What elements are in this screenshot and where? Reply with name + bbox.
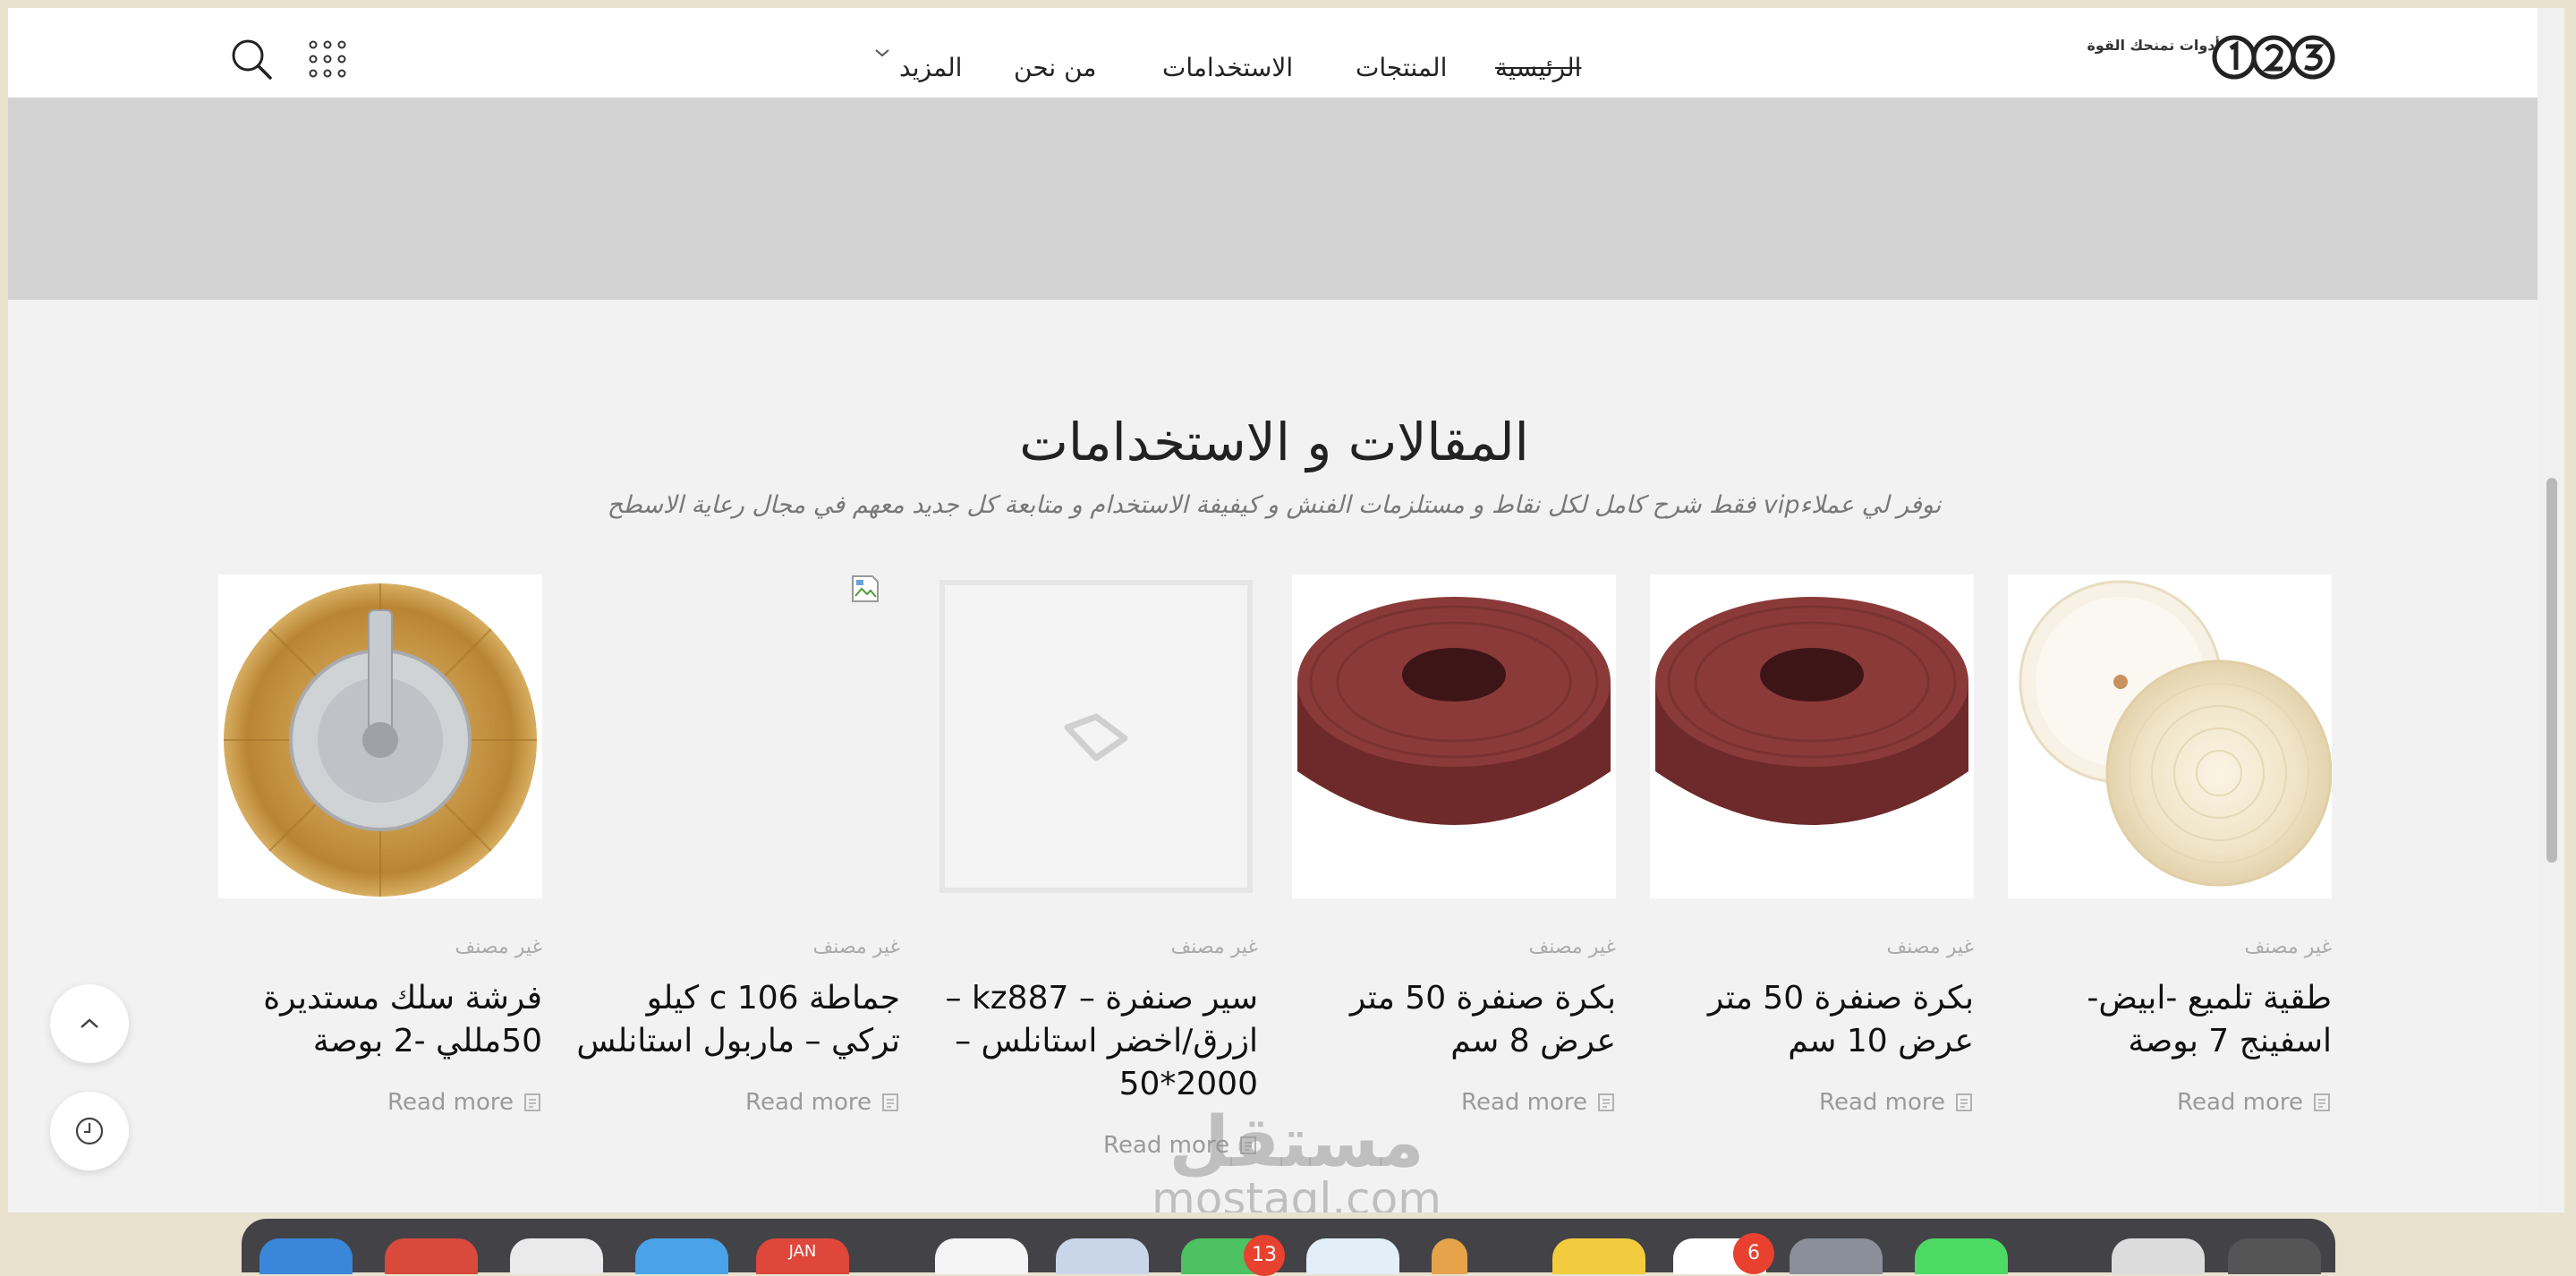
broken-image-icon	[852, 575, 879, 602]
read-more-link[interactable]: Read more	[2177, 1089, 2332, 1116]
dock-badge: 6	[1733, 1233, 1774, 1274]
page-scrollbar[interactable]	[2538, 8, 2564, 1212]
site-header: أدوات تمنحك القوة الرئيسية المنتجات الاس…	[8, 8, 2540, 98]
calendar-month-label: JAN	[788, 1242, 817, 1261]
card-image[interactable]	[934, 574, 1258, 898]
placeholder-icon	[1064, 713, 1128, 761]
chevron-down-icon	[875, 49, 889, 57]
dock-app-icon[interactable]	[2112, 1238, 2205, 1274]
logo-123-icon	[2212, 35, 2335, 80]
nav-products[interactable]: المنتجات	[1356, 53, 1447, 89]
chevron-up-icon	[81, 1018, 98, 1028]
document-icon	[1956, 1093, 1972, 1111]
dock-app-icon[interactable]	[1306, 1238, 1399, 1274]
dock-app-icon[interactable]	[385, 1238, 478, 1274]
card-image[interactable]	[1292, 574, 1616, 898]
dock-badge: 13	[1244, 1235, 1285, 1276]
read-more-label: Read more	[745, 1089, 871, 1116]
scrollbar-thumb[interactable]	[2546, 478, 2557, 863]
browser-viewport: أدوات تمنحك القوة الرئيسية المنتجات الاس…	[8, 8, 2540, 1212]
site-logo[interactable]: أدوات تمنحك القوة	[2087, 30, 2345, 83]
calendar-app-icon[interactable]: JAN	[756, 1238, 849, 1274]
polishing-pad-image	[2019, 580, 2332, 887]
nav-products-label: المنتجات	[1356, 53, 1448, 82]
dock-app-icon[interactable]	[935, 1238, 1028, 1274]
dock-app-icon[interactable]	[635, 1238, 728, 1274]
nav-more[interactable]: المزيد	[875, 49, 963, 89]
document-icon	[2314, 1093, 2330, 1111]
nav-about-label: من نحن	[1014, 53, 1097, 82]
card-title[interactable]: بكرة صنفرة 50 متر عرض 8 سم	[1292, 977, 1616, 1063]
document-icon	[1598, 1093, 1614, 1111]
logo-tagline: أدوات تمنحك القوة	[2087, 37, 2220, 54]
card-category[interactable]: غير مصنف	[1528, 936, 1616, 958]
search-icon[interactable]	[230, 38, 273, 81]
watermark-latin: mostaql.com	[1152, 1173, 1441, 1212]
wire-brush-image	[224, 583, 537, 897]
document-icon	[1240, 1136, 1256, 1154]
card-image[interactable]	[1650, 574, 1974, 898]
sanding-roll-image	[1655, 597, 1968, 825]
nav-uses[interactable]: الاستخدامات	[1162, 53, 1293, 89]
card-image[interactable]	[2008, 574, 2332, 898]
document-icon	[882, 1093, 898, 1111]
read-more-link[interactable]: Read more	[1819, 1089, 1974, 1116]
dock-app-icon[interactable]	[1552, 1238, 1645, 1274]
card-category[interactable]: غير مصنف	[812, 936, 900, 958]
read-more-label: Read more	[2177, 1089, 2303, 1116]
document-icon	[524, 1093, 540, 1111]
dock-app-icon[interactable]	[259, 1238, 353, 1274]
dock-app-icon[interactable]	[1915, 1238, 2008, 1274]
card-category[interactable]: غير مصنف	[1170, 936, 1258, 958]
grid-icon[interactable]	[308, 39, 347, 79]
read-more-link[interactable]: Read more	[745, 1089, 900, 1116]
card-category[interactable]: غير مصنف	[455, 936, 542, 958]
dock-app-icon[interactable]	[1432, 1238, 1467, 1274]
read-more-link[interactable]: Read more	[1103, 1132, 1258, 1159]
read-more-label: Read more	[387, 1089, 514, 1116]
nav-uses-label: الاستخدامات	[1162, 53, 1294, 82]
read-more-label: Read more	[1461, 1089, 1587, 1116]
history-button[interactable]	[50, 1092, 129, 1170]
nav-about[interactable]: من نحن	[1014, 53, 1096, 89]
card-title[interactable]: فرشة سلك مستديرة 50مللي -2 بوصة	[218, 977, 542, 1063]
sanding-roll-image	[1297, 597, 1611, 825]
card-category[interactable]: غير مصنف	[2244, 936, 2332, 958]
read-more-link[interactable]: Read more	[1461, 1089, 1616, 1116]
card-image[interactable]	[576, 574, 900, 898]
section-subtitle: نوفر لي عملاءvip فقط شرح كامل لكل نقاط و…	[607, 491, 1942, 519]
read-more-link[interactable]: Read more	[387, 1089, 542, 1116]
hero-band	[8, 98, 2540, 300]
dock-app-icon[interactable]	[510, 1238, 603, 1274]
nav-home-label: الرئيسية	[1495, 53, 1582, 82]
scroll-top-button[interactable]	[50, 984, 129, 1063]
dock-app-icon[interactable]	[1790, 1238, 1883, 1274]
card-title[interactable]: بكرة صنفرة 50 متر عرض 10 سم	[1650, 977, 1974, 1063]
read-more-label: Read more	[1819, 1089, 1945, 1116]
dock-app-icon[interactable]	[1056, 1238, 1149, 1274]
nav-more-label: المزيد	[899, 53, 963, 82]
card-title[interactable]: جماطة 106 c كيلو تركي – ماربول استانلس	[576, 977, 900, 1063]
nav-home[interactable]: الرئيسية	[1495, 53, 1581, 89]
trash-icon[interactable]	[2228, 1238, 2321, 1274]
card-image[interactable]	[218, 574, 542, 898]
section-title: المقالات و الاستخدامات	[1019, 412, 1529, 472]
clock-icon	[75, 1117, 104, 1145]
card-title[interactable]: سير صنفرة – kz887 – ازرق/اخضر استانلس – …	[934, 977, 1258, 1106]
read-more-label: Read more	[1103, 1132, 1229, 1159]
card-title[interactable]: طقية تلميع -ابيض- اسفينج 7 بوصة	[2008, 977, 2332, 1063]
watermark: مستقل mostaql.com	[1118, 1107, 1475, 1212]
card-category[interactable]: غير مصنف	[1886, 936, 1974, 958]
